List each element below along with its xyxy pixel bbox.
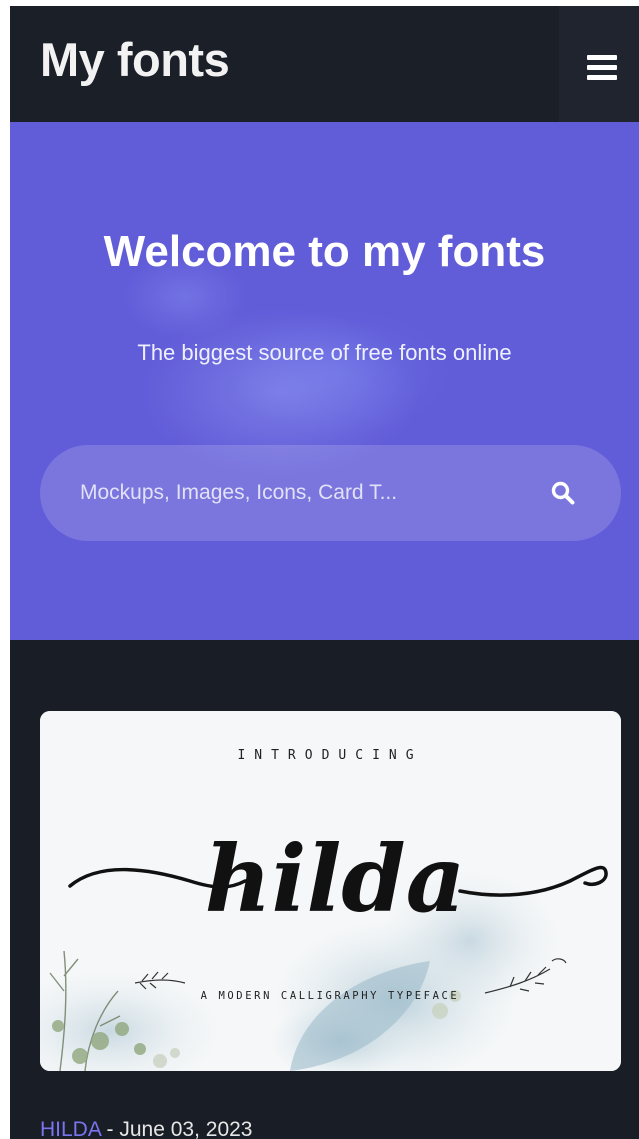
font-title-link[interactable]: HILDA	[40, 1118, 101, 1139]
hero-title: Welcome to my fonts	[103, 227, 546, 276]
search-input[interactable]	[80, 471, 500, 515]
font-meta: HILDA - June 03, 2023	[40, 1118, 253, 1139]
site-logo-text[interactable]: My fonts	[40, 36, 230, 83]
preview-tagline: A MODERN CALLIGRAPHY TYPEFACE	[201, 990, 460, 1002]
search-bar	[40, 445, 621, 541]
meta-separator: -	[100, 1118, 120, 1139]
app-frame: My fonts Welcome to my fonts The biggest…	[10, 6, 639, 1139]
menu-toggle-button[interactable]	[559, 6, 639, 122]
font-preview-image[interactable]: INTRODUCING hilda A MODERN CALLIGRAPHY T…	[40, 711, 621, 1071]
top-navbar: My fonts	[10, 6, 639, 122]
search-icon[interactable]	[550, 480, 576, 506]
hero-subtitle: The biggest source of free fonts online	[137, 340, 512, 365]
preview-font-name: hilda	[205, 825, 466, 933]
preview-intro-text: INTRODUCING	[237, 748, 422, 763]
publish-date: June 03, 2023	[119, 1118, 253, 1139]
hero-banner: Welcome to my fonts The biggest source o…	[10, 122, 639, 640]
